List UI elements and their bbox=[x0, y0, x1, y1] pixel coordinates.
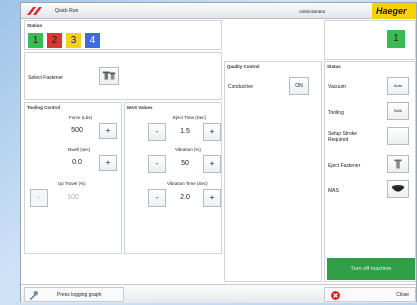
mas-button[interactable] bbox=[387, 180, 409, 198]
wrench-icon bbox=[29, 290, 39, 301]
tooling-label: Tooling bbox=[328, 110, 344, 116]
uptravel-minus-button[interactable]: - bbox=[30, 189, 48, 207]
fastener-icon bbox=[394, 159, 402, 169]
dwell-value: 0.0 bbox=[72, 159, 82, 166]
tooling-mode-button[interactable]: Bulk bbox=[387, 102, 409, 120]
vibration-time-label: Vibration Time (Sec) bbox=[167, 181, 208, 186]
eject-time-plus-button[interactable]: + bbox=[203, 123, 221, 141]
close-icon bbox=[331, 291, 340, 300]
user-name: Administrator bbox=[299, 9, 326, 14]
conductive-toggle-button[interactable]: ON bbox=[289, 77, 309, 95]
station-tile-4[interactable]: 4 bbox=[85, 33, 100, 48]
eject-fastener-button[interactable] bbox=[387, 155, 409, 173]
force-label: Force (Lbs) bbox=[69, 115, 93, 120]
tooling-control-label: Tooling Control bbox=[27, 105, 61, 110]
dwell-label: Dwell (sec) bbox=[68, 147, 91, 152]
status-label: Status bbox=[327, 64, 341, 69]
close-label: Close bbox=[396, 292, 409, 298]
status-panel: Status Vacuum Auto Tooling Bulk Setup St… bbox=[324, 61, 416, 282]
mas-values-panel: MAS Values Eject Time (Sec) - 1.5 + Vibr… bbox=[124, 102, 222, 254]
select-fastener-label: Select Fastener bbox=[28, 75, 64, 81]
mas-values-label: MAS Values bbox=[127, 105, 153, 110]
uptravel-value: 100 bbox=[67, 194, 79, 201]
footer-bar: Press logging graph Close bbox=[21, 284, 416, 303]
eject-time-minus-button[interactable]: - bbox=[148, 123, 166, 141]
vibration-time-plus-button[interactable]: + bbox=[203, 189, 221, 207]
station-tile-2[interactable]: 2 bbox=[47, 33, 62, 48]
vibration-value: 50 bbox=[181, 160, 189, 167]
bowl-feeder-icon bbox=[391, 185, 405, 192]
station-tile-1[interactable]: 1 bbox=[28, 33, 43, 48]
conductive-label: Conductive bbox=[228, 84, 254, 90]
vacuum-mode-button[interactable]: Auto bbox=[387, 77, 409, 95]
station-label: Station bbox=[27, 23, 43, 28]
fastener-panel: Select Fastener bbox=[24, 52, 222, 100]
uptravel-label: Up Travel (%) bbox=[58, 181, 86, 186]
force-value: 500 bbox=[71, 127, 83, 134]
app-title: Quick Run bbox=[55, 8, 79, 14]
press-logging-graph-button[interactable]: Press logging graph bbox=[24, 287, 124, 302]
active-station-panel: 1 bbox=[324, 20, 416, 60]
quality-control-label: Quality Control bbox=[227, 64, 260, 69]
station-tile-3[interactable]: 3 bbox=[66, 33, 81, 48]
vibration-time-value: 2.0 bbox=[180, 194, 190, 201]
close-button[interactable]: Close bbox=[324, 287, 416, 302]
setup-stroke-label: Setup Stroke Required bbox=[328, 131, 357, 143]
title-bar: Quick Run Administrator Haeger bbox=[21, 3, 416, 19]
quick-run-window: Quick Run Administrator Haeger Station 1… bbox=[20, 2, 417, 303]
brand-logo: Haeger bbox=[372, 3, 416, 19]
setup-stroke-indicator bbox=[387, 127, 409, 145]
fastener-icon bbox=[102, 71, 116, 80]
force-plus-button[interactable]: + bbox=[99, 123, 117, 139]
mas-label: MAS bbox=[328, 188, 339, 194]
dwell-plus-button[interactable]: + bbox=[99, 155, 117, 171]
vibration-minus-button[interactable]: - bbox=[148, 155, 166, 173]
active-station-indicator: 1 bbox=[387, 30, 405, 48]
eject-time-label: Eject Time (Sec) bbox=[173, 115, 207, 120]
vibration-time-minus-button[interactable]: - bbox=[148, 189, 166, 207]
quality-control-panel: Quality Control Conductive ON bbox=[224, 61, 322, 282]
station-panel: Station 1 2 3 4 bbox=[24, 20, 222, 50]
vibration-label: Vibration (%) bbox=[175, 147, 201, 152]
eject-time-value: 1.5 bbox=[180, 128, 190, 135]
vacuum-label: Vacuum bbox=[328, 84, 346, 90]
press-logging-graph-label: Press logging graph bbox=[57, 292, 102, 298]
select-fastener-button[interactable] bbox=[99, 67, 119, 85]
tooling-control-panel: Tooling Control Force (Lbs) 500 + Dwell … bbox=[24, 102, 122, 254]
vibration-plus-button[interactable]: + bbox=[203, 155, 221, 173]
haeger-logo-icon bbox=[27, 7, 42, 15]
eject-fastener-label: Eject Fastener bbox=[328, 163, 361, 169]
turn-off-machine-button[interactable]: Turn off machine bbox=[327, 258, 415, 280]
